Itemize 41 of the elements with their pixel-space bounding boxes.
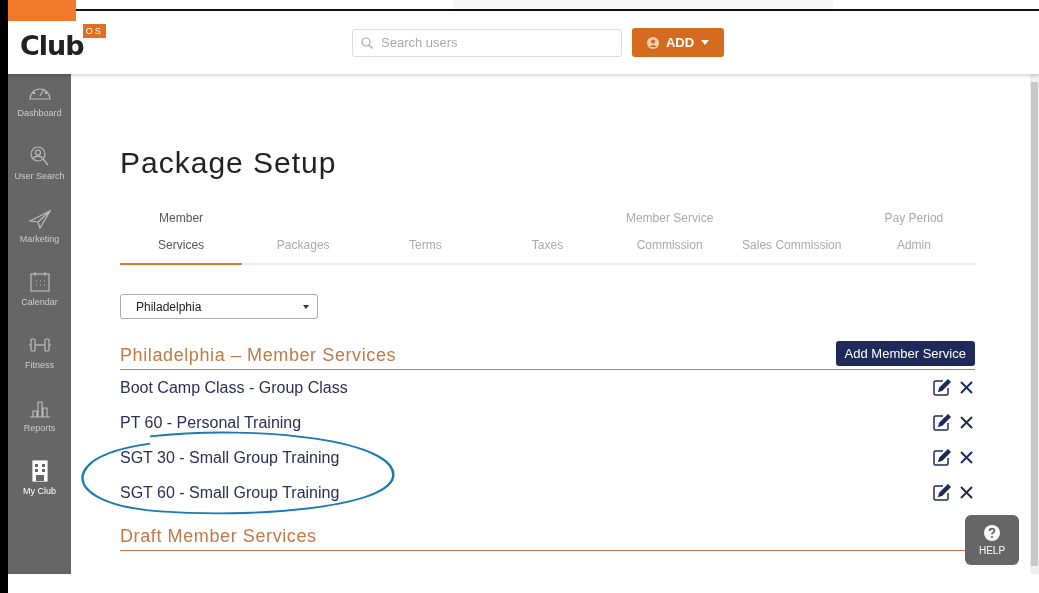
section-heading: Draft Member Services (120, 526, 317, 547)
close-icon[interactable] (960, 381, 973, 394)
close-icon[interactable] (960, 486, 973, 499)
tab[interactable]: Member Services (120, 202, 243, 265)
tab[interactable]: Taxes (486, 202, 609, 265)
edit-icon[interactable] (933, 379, 951, 396)
add-button[interactable]: ADD (632, 28, 724, 57)
sidebar-item[interactable]: User Search (8, 145, 71, 208)
brand-bar (8, 0, 76, 21)
search-field[interactable]: Search users (352, 28, 622, 57)
service-name: SGT 60 - Small Group Training (120, 483, 340, 502)
close-icon[interactable] (960, 451, 973, 464)
help-button[interactable]: HELP (965, 515, 1019, 565)
edit-icon[interactable] (933, 484, 951, 501)
sidebar-item[interactable]: My Club (8, 460, 71, 523)
tab[interactable]: Packages (242, 202, 365, 265)
edit-icon[interactable] (933, 449, 951, 466)
tab[interactable]: Pay Period Admin (852, 202, 975, 265)
sidebar-item[interactable]: Marketing (8, 208, 71, 271)
user-icon (646, 36, 659, 49)
caret-icon (303, 304, 309, 309)
question-icon (984, 524, 1000, 541)
close-icon[interactable] (960, 416, 973, 429)
service-name: SGT 30 - Small Group Training (120, 448, 340, 467)
tab[interactable]: Sales Commission (730, 202, 853, 265)
page-title: Package Setup (120, 146, 338, 180)
section-heading: Philadelphia – Member Services (120, 345, 397, 366)
tab[interactable]: Terms (364, 202, 487, 265)
sidebar-item[interactable]: Fitness (8, 334, 71, 397)
service-name: PT 60 - Personal Training (120, 413, 302, 432)
location-dropdown[interactable]: Philadelphia (120, 294, 318, 319)
add-member-service-button[interactable]: Add Member Service (835, 341, 975, 366)
tab[interactable]: Member Service Commission (608, 202, 731, 265)
sidebar-item[interactable]: Calendar (8, 271, 71, 334)
caret-icon (701, 40, 710, 45)
sidebar-item[interactable]: Dashboard (8, 82, 71, 145)
scrollbar[interactable] (1030, 74, 1039, 574)
service-name: Boot Camp Class - Group Class (120, 378, 348, 397)
sidebar-item[interactable]: Reports (8, 397, 71, 460)
edit-icon[interactable] (933, 414, 951, 431)
plane-icon (26, 208, 53, 230)
